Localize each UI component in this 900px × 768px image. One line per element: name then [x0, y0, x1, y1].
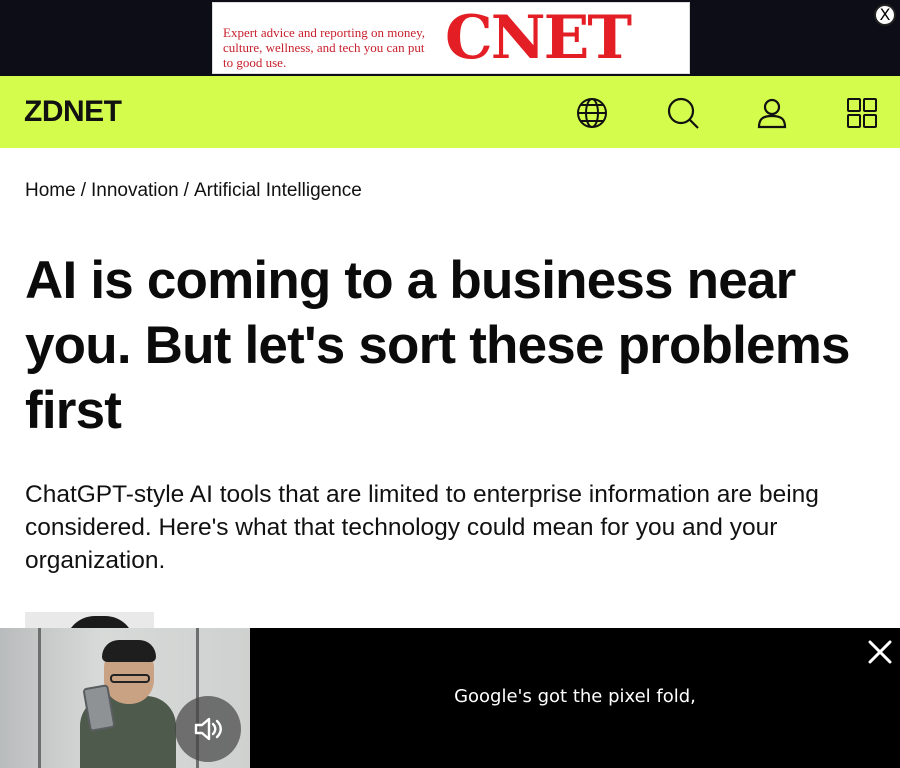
grid-menu-icon[interactable]: [845, 96, 879, 130]
globe-icon[interactable]: [575, 96, 609, 130]
site-logo[interactable]: ZDNET: [24, 97, 122, 127]
breadcrumb-separator: /: [80, 180, 86, 201]
article-headline: AI is coming to a business near you. But…: [25, 251, 851, 440]
search-icon[interactable]: [666, 96, 700, 130]
ad-text: Expert advice and reporting on money, cu…: [223, 25, 426, 70]
article-dek: ChatGPT-style AI tools that are limited …: [25, 481, 819, 574]
ad-logo: CNET: [445, 3, 632, 73]
speaker-muted-icon[interactable]: [175, 696, 241, 762]
breadcrumb-home[interactable]: Home: [25, 180, 76, 201]
cnet-ad[interactable]: Expert advice and reporting on money, cu…: [212, 2, 690, 74]
video-player[interactable]: Google's got the pixel fold,: [0, 628, 900, 768]
video-caption: Google's got the pixel fold,: [454, 686, 696, 707]
breadcrumb-separator: /: [183, 180, 189, 201]
close-icon[interactable]: [864, 636, 896, 668]
breadcrumb-innovation[interactable]: Innovation: [91, 180, 179, 201]
ad-banner-bar: Expert advice and reporting on money, cu…: [0, 0, 900, 76]
ad-close-button[interactable]: X: [874, 4, 896, 26]
breadcrumb-artificial-intelligence[interactable]: Artificial Intelligence: [194, 180, 362, 201]
site-header: ZDNET: [0, 76, 900, 148]
breadcrumb: Home / Innovation / Artificial Intelligence: [25, 180, 362, 202]
page: Expert advice and reporting on money, cu…: [0, 0, 900, 768]
user-icon[interactable]: [755, 96, 789, 130]
